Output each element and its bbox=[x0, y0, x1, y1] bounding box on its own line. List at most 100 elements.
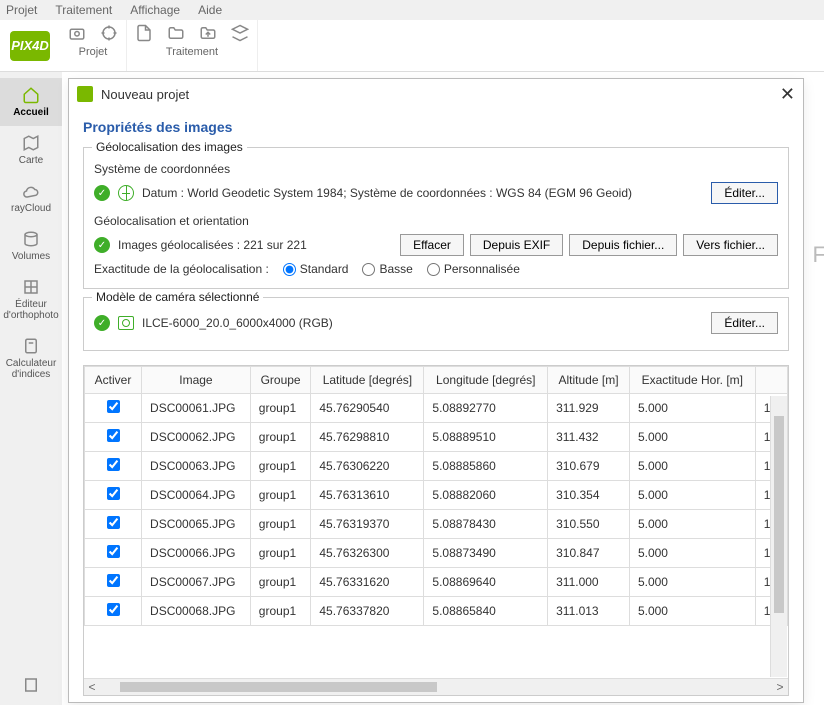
sidebar-item-accueil[interactable]: Accueil bbox=[0, 78, 62, 126]
sidebar-label: Volumes bbox=[12, 251, 50, 262]
cell-enable[interactable] bbox=[85, 510, 142, 539]
cell-image: DSC00062.JPG bbox=[142, 423, 251, 452]
cell-group: group1 bbox=[250, 423, 311, 452]
clear-button[interactable]: Effacer bbox=[400, 234, 464, 256]
edit-camera-button[interactable]: Éditer... bbox=[711, 312, 778, 334]
table-row[interactable]: DSC00062.JPGgroup145.762988105.088895103… bbox=[85, 423, 788, 452]
cell-enable[interactable] bbox=[85, 597, 142, 626]
sidebar-label: Accueil bbox=[13, 107, 49, 118]
cell-alt: 311.000 bbox=[548, 568, 630, 597]
vertical-scrollbar[interactable] bbox=[770, 396, 787, 677]
check-icon: ✓ bbox=[94, 315, 110, 331]
camera-legend: Modèle de caméra sélectionné bbox=[92, 290, 263, 304]
sidebar-item-carte[interactable]: Carte bbox=[0, 126, 62, 174]
cell-acc: 5.000 bbox=[629, 597, 755, 626]
col-activer[interactable]: Activer bbox=[85, 367, 142, 394]
accuracy-basse[interactable]: Basse bbox=[362, 262, 412, 276]
database-icon bbox=[21, 230, 41, 248]
cell-lat: 45.76290540 bbox=[311, 394, 424, 423]
table-row[interactable]: DSC00064.JPGgroup145.763136105.088820603… bbox=[85, 481, 788, 510]
sidebar-item-indices[interactable]: Calculateur d'indices bbox=[0, 329, 62, 388]
table-row[interactable]: DSC00065.JPGgroup145.763193705.088784303… bbox=[85, 510, 788, 539]
col-tail[interactable] bbox=[755, 367, 787, 394]
menu-item-affichage[interactable]: Affichage bbox=[130, 3, 180, 17]
cell-alt: 310.679 bbox=[548, 452, 630, 481]
grid-icon bbox=[21, 278, 41, 296]
menu-item-aide[interactable]: Aide bbox=[198, 3, 222, 17]
layers-icon[interactable] bbox=[231, 24, 249, 42]
dialog-body: Propriétés des images Géolocalisation de… bbox=[69, 109, 803, 702]
close-icon[interactable]: ✕ bbox=[780, 84, 795, 105]
dialog-titlebar: Nouveau projet ✕ bbox=[69, 79, 803, 109]
cell-lon: 5.08885860 bbox=[424, 452, 548, 481]
cell-lat: 45.76319370 bbox=[311, 510, 424, 539]
image-table-scroll[interactable]: Activer Image Groupe Latitude [degrés] L… bbox=[84, 366, 788, 678]
cell-lon: 5.08865840 bbox=[424, 597, 548, 626]
from-exif-button[interactable]: Depuis EXIF bbox=[470, 234, 563, 256]
export-icon[interactable] bbox=[199, 24, 217, 42]
col-altitude[interactable]: Altitude [m] bbox=[548, 367, 630, 394]
table-row[interactable]: DSC00067.JPGgroup145.763316205.088696403… bbox=[85, 568, 788, 597]
target-icon[interactable] bbox=[100, 24, 118, 42]
camera-text: ILCE-6000_20.0_6000x4000 (RGB) bbox=[142, 316, 703, 330]
cell-lat: 45.76331620 bbox=[311, 568, 424, 597]
check-icon: ✓ bbox=[94, 185, 110, 201]
accuracy-standard[interactable]: Standard bbox=[283, 262, 349, 276]
calculator-icon bbox=[21, 337, 41, 355]
table-row[interactable]: DSC00061.JPGgroup145.762905405.088927703… bbox=[85, 394, 788, 423]
cell-enable[interactable] bbox=[85, 423, 142, 452]
menu-item-projet[interactable]: Projet bbox=[6, 3, 37, 17]
cloud-icon bbox=[21, 182, 41, 200]
folder-icon[interactable] bbox=[167, 24, 185, 42]
cell-lon: 5.08889510 bbox=[424, 423, 548, 452]
sidebar-item-raycloud[interactable]: rayCloud bbox=[0, 174, 62, 222]
cell-alt: 311.929 bbox=[548, 394, 630, 423]
menu-item-traitement[interactable]: Traitement bbox=[55, 3, 112, 17]
edit-coord-button[interactable]: Éditer... bbox=[711, 182, 778, 204]
cell-enable[interactable] bbox=[85, 452, 142, 481]
scroll-thumb[interactable] bbox=[774, 416, 784, 613]
scroll-left-icon[interactable]: < bbox=[84, 680, 100, 694]
from-file-button[interactable]: Depuis fichier... bbox=[569, 234, 677, 256]
col-image[interactable]: Image bbox=[142, 367, 251, 394]
cell-image: DSC00061.JPG bbox=[142, 394, 251, 423]
col-groupe[interactable]: Groupe bbox=[250, 367, 311, 394]
col-longitude[interactable]: Longitude [degrés] bbox=[424, 367, 548, 394]
cell-image: DSC00065.JPG bbox=[142, 510, 251, 539]
accuracy-label: Exactitude de la géolocalisation : bbox=[94, 262, 269, 276]
cell-enable[interactable] bbox=[85, 568, 142, 597]
cell-enable[interactable] bbox=[85, 481, 142, 510]
cell-lon: 5.08869640 bbox=[424, 568, 548, 597]
toolgroup-projet-label: Projet bbox=[79, 46, 108, 58]
file-icon[interactable] bbox=[135, 24, 153, 42]
scroll-thumb[interactable] bbox=[120, 682, 437, 692]
cell-image: DSC00068.JPG bbox=[142, 597, 251, 626]
sidebar-label: Calculateur d'indices bbox=[6, 358, 57, 380]
map-icon bbox=[21, 134, 41, 152]
accuracy-row: Exactitude de la géolocalisation : Stand… bbox=[94, 262, 778, 276]
cell-lat: 45.76313610 bbox=[311, 481, 424, 510]
table-row[interactable]: DSC00066.JPGgroup145.763263005.088734903… bbox=[85, 539, 788, 568]
table-row[interactable]: DSC00068.JPGgroup145.763378205.088658403… bbox=[85, 597, 788, 626]
cell-lat: 45.76298810 bbox=[311, 423, 424, 452]
table-row[interactable]: DSC00063.JPGgroup145.763062205.088858603… bbox=[85, 452, 788, 481]
check-icon: ✓ bbox=[94, 237, 110, 253]
sidebar-label: Carte bbox=[19, 155, 43, 166]
cell-enable[interactable] bbox=[85, 394, 142, 423]
col-exactitude[interactable]: Exactitude Hor. [m] bbox=[629, 367, 755, 394]
scroll-right-icon[interactable]: > bbox=[772, 680, 788, 694]
cell-enable[interactable] bbox=[85, 539, 142, 568]
to-file-button[interactable]: Vers fichier... bbox=[683, 234, 778, 256]
accuracy-personnalisee[interactable]: Personnalisée bbox=[427, 262, 520, 276]
col-latitude[interactable]: Latitude [degrés] bbox=[311, 367, 424, 394]
sidebar-item-volumes[interactable]: Volumes bbox=[0, 222, 62, 270]
camera-icon[interactable] bbox=[68, 24, 86, 42]
sidebar-item-orthophoto[interactable]: Éditeur d'orthophoto bbox=[0, 270, 62, 329]
cell-group: group1 bbox=[250, 510, 311, 539]
sidebar-label: Éditeur d'orthophoto bbox=[3, 299, 58, 321]
image-table-wrap: Activer Image Groupe Latitude [degrés] L… bbox=[83, 365, 789, 696]
cell-acc: 5.000 bbox=[629, 423, 755, 452]
sidebar-item-bottom[interactable] bbox=[0, 668, 62, 705]
cell-alt: 310.847 bbox=[548, 539, 630, 568]
horizontal-scrollbar[interactable]: < > bbox=[84, 678, 788, 695]
